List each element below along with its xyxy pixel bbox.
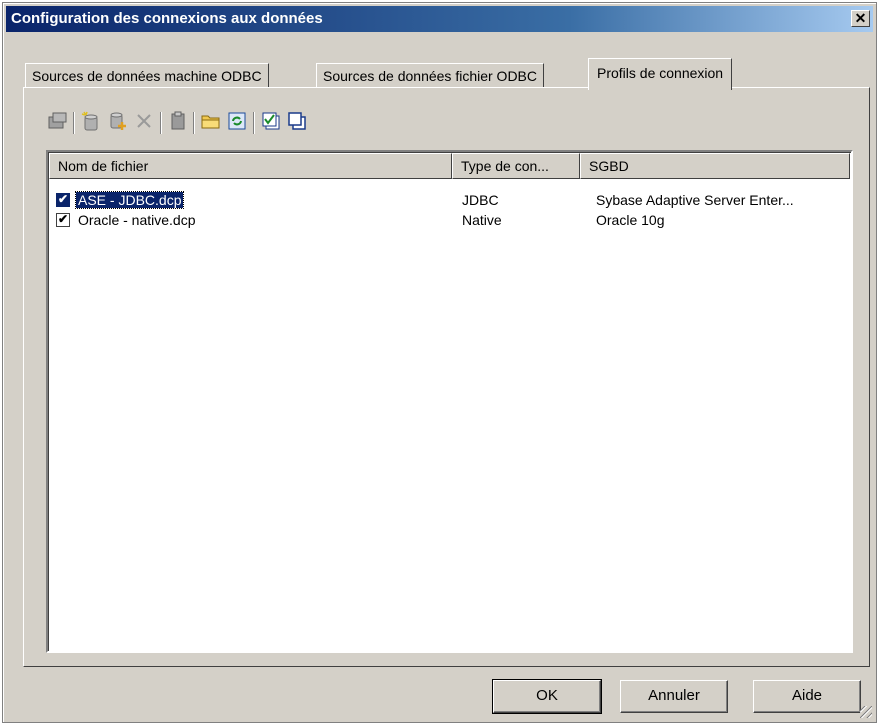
add-profile-icon[interactable] — [107, 110, 129, 132]
delete-icon[interactable] — [133, 110, 155, 132]
cancel-button[interactable]: Annuler — [620, 680, 728, 713]
table-row[interactable]: ✔ ASE - JDBC.dcp JDBC Sybase Adaptive Se… — [52, 190, 847, 210]
tab-machine-odbc[interactable]: Sources de données machine ODBC — [25, 63, 269, 88]
resize-grip[interactable] — [860, 706, 872, 718]
column-header-type[interactable]: Type de con... — [452, 153, 580, 179]
properties-icon[interactable] — [47, 110, 69, 132]
window-title: Configuration des connexions aux données — [11, 10, 323, 27]
profiles-list[interactable]: Nom de fichier Type de con... SGBD ✔ ASE… — [46, 150, 853, 653]
row-filename: ASE - JDBC.dcp — [74, 191, 185, 209]
clipboard-icon[interactable] — [167, 110, 189, 132]
row-dbms: Oracle 10g — [596, 212, 665, 228]
row-checkbox[interactable]: ✔ — [56, 213, 70, 227]
refresh-icon[interactable] — [226, 110, 248, 132]
toolbar-separator — [73, 112, 75, 134]
open-folder-icon[interactable] — [200, 110, 222, 132]
title-bar[interactable]: Configuration des connexions aux données… — [6, 6, 873, 32]
tab-connection-profiles[interactable]: Profils de connexion — [588, 58, 733, 90]
new-profile-icon[interactable] — [80, 110, 102, 132]
ok-button[interactable]: OK — [492, 679, 602, 714]
column-header-filename[interactable]: Nom de fichier — [49, 153, 452, 179]
table-row[interactable]: ✔ Oracle - native.dcp Native Oracle 10g — [52, 210, 847, 230]
row-type: JDBC — [462, 192, 499, 208]
toolbar-separator — [160, 112, 162, 134]
help-button[interactable]: Aide — [753, 680, 861, 713]
tab-file-odbc[interactable]: Sources de données fichier ODBC — [316, 63, 544, 88]
row-filename: Oracle - native.dcp — [78, 212, 196, 228]
column-header-dbms[interactable]: SGBD — [580, 153, 850, 179]
row-checkbox[interactable]: ✔ — [56, 193, 70, 207]
row-dbms: Sybase Adaptive Server Enter... — [596, 192, 794, 208]
tab-panel: Nom de fichier Type de con... SGBD ✔ ASE… — [23, 87, 870, 667]
dialog-window: Configuration des connexions aux données… — [2, 2, 877, 723]
close-icon[interactable]: ✕ — [851, 10, 870, 27]
toolbar-separator — [253, 112, 255, 134]
toolbar-separator — [193, 112, 195, 134]
row-type: Native — [462, 212, 502, 228]
test-connection-icon[interactable] — [260, 110, 282, 132]
copy-icon[interactable] — [286, 110, 308, 132]
